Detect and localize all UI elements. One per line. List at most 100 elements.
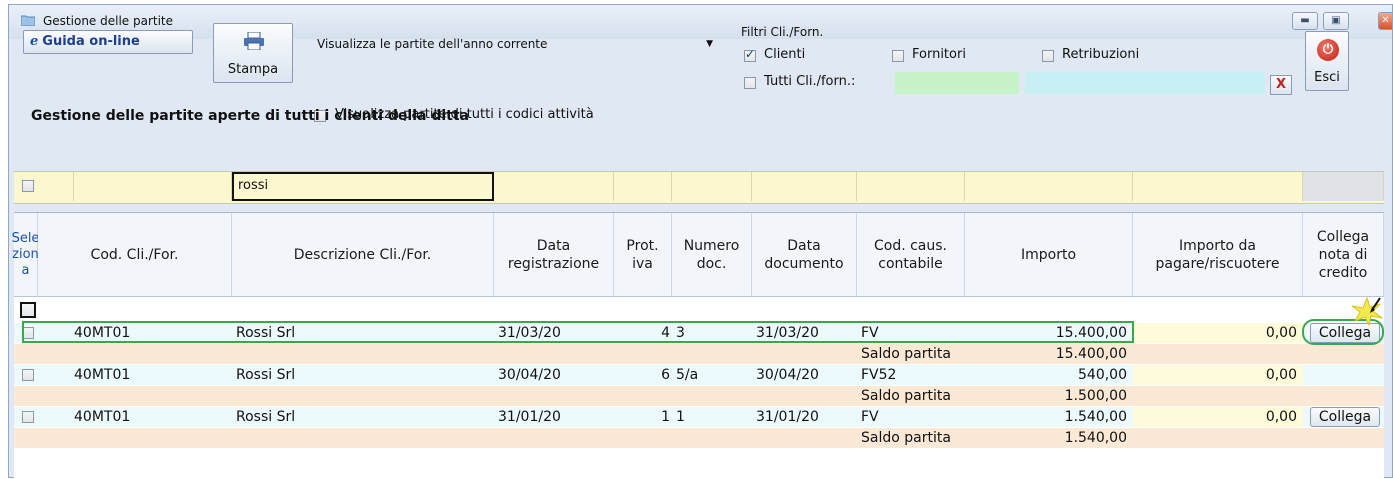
filter-cell[interactable] — [752, 172, 857, 201]
toolbar: e Guida on-line Stampa Visualizza le part… — [9, 23, 1392, 171]
table-row[interactable]: 40MT01 Rossi Srl 30/04/20 6 5/a 30/04/20… — [14, 365, 1384, 385]
cell-datareg: 31/01/20 — [498, 409, 561, 425]
cell-datareg: 30/04/20 — [498, 367, 561, 383]
saldo-row: Saldo partita 1.540,00 — [14, 428, 1384, 448]
cell-numdoc: 5/a — [676, 367, 699, 383]
cell-dapagare: 0,00 — [1133, 365, 1303, 385]
tutti-label: Tutti Cli./forn.: — [764, 74, 856, 89]
row-checkbox[interactable] — [22, 327, 34, 339]
cell-caus: FV52 — [861, 367, 897, 383]
cell-importo: 1.540,00 — [1064, 409, 1127, 425]
cell-datadoc: 31/01/20 — [756, 409, 819, 425]
header-cod-causale[interactable]: Cod. caus. contabile — [857, 213, 965, 297]
filter-cell[interactable] — [965, 172, 1133, 201]
filters-title: Filtri Cli./Forn. — [741, 25, 824, 39]
help-online-button[interactable]: e Guida on-line — [23, 30, 193, 54]
cell-caus: FV — [861, 325, 879, 341]
filter-cell[interactable] — [1133, 172, 1303, 201]
partite-table: Sele zion a Cod. Cli./For. Descrizione C… — [12, 212, 1384, 479]
fornitori-label: Fornitori — [912, 47, 966, 62]
filter-cell[interactable] — [857, 172, 965, 201]
cli-forn-code-field[interactable] — [895, 72, 1019, 94]
header-importo-da-pagare[interactable]: Importo da pagare/riscuotere — [1133, 213, 1303, 297]
view-select-value: Visualizza le partite dell'anno corrente — [317, 37, 548, 51]
filter-cell[interactable] — [74, 172, 232, 201]
cli-forn-name-field[interactable] — [1025, 72, 1265, 94]
clear-filter-button[interactable]: X — [1270, 75, 1292, 95]
saldo-row: Saldo partita 1.500,00 — [14, 386, 1384, 406]
cell-desc: Rossi Srl — [236, 409, 296, 425]
header-numero-doc[interactable]: Numero doc. — [672, 213, 752, 297]
saldo-value: 15.400,00 — [1055, 346, 1127, 362]
minimize-button[interactable]: ▬ — [1292, 12, 1318, 30]
window-title: Gestione delle partite — [43, 14, 174, 28]
saldo-label: Saldo partita — [861, 430, 951, 446]
retribuzioni-label: Retribuzioni — [1062, 47, 1140, 62]
exit-button[interactable]: ⏻ Esci — [1305, 31, 1349, 91]
header-data-documento[interactable]: Data documento — [752, 213, 857, 297]
print-button[interactable]: Stampa — [213, 23, 293, 83]
column-filter-row: rossi — [14, 171, 1384, 204]
cell-importo: 15.400,00 — [1055, 325, 1127, 341]
table-row[interactable]: 40MT01 Rossi Srl 31/03/20 4 3 31/03/20 F… — [14, 323, 1384, 343]
header-prot-iva[interactable]: Prot. iva — [614, 213, 672, 297]
header-collega-nota[interactable]: Collega nota di credito — [1303, 213, 1384, 297]
help-online-label: Guida on-line — [42, 34, 140, 49]
starburst-arrow-icon — [1351, 296, 1383, 326]
printer-icon — [244, 32, 264, 50]
header-descrizione[interactable]: Descrizione Cli./For. — [232, 213, 494, 297]
cell-importo: 540,00 — [1078, 367, 1127, 383]
clienti-label: Clienti — [764, 47, 806, 62]
cell-prot: 6 — [661, 367, 670, 383]
saldo-value: 1.540,00 — [1064, 430, 1127, 446]
filter-cell[interactable] — [494, 172, 614, 201]
cell-cod: 40MT01 — [74, 367, 131, 383]
fornitori-checkbox[interactable] — [892, 50, 904, 62]
cell-datadoc: 30/04/20 — [756, 367, 819, 383]
saldo-label: Saldo partita — [861, 346, 951, 362]
saldo-label: Saldo partita — [861, 388, 951, 404]
dropdown-arrow-icon: ▼ — [706, 39, 713, 49]
header-select[interactable]: Sele zion a — [12, 213, 39, 297]
exit-label: Esci — [1314, 70, 1340, 85]
clienti-checkbox[interactable] — [744, 47, 756, 62]
tutti-checkbox[interactable] — [744, 77, 756, 89]
filter-cell[interactable] — [672, 172, 752, 201]
maximize-button[interactable]: ▣ — [1323, 12, 1349, 30]
cell-prot: 1 — [661, 409, 670, 425]
filter-cell[interactable] — [614, 172, 672, 201]
saldo-value: 1.500,00 — [1064, 388, 1127, 404]
collega-button[interactable]: Collega — [1310, 323, 1380, 343]
cell-numdoc: 3 — [676, 325, 685, 341]
print-label: Stampa — [227, 62, 279, 77]
cell-cod: 40MT01 — [74, 409, 131, 425]
cell-dapagare: 0,00 — [1133, 323, 1303, 343]
header-data-registrazione[interactable]: Data registrazione — [494, 213, 614, 297]
header-cod[interactable]: Cod. Cli./For. — [38, 213, 232, 297]
table-row[interactable]: 40MT01 Rossi Srl 31/01/20 1 1 31/01/20 F… — [14, 407, 1384, 427]
row-checkbox[interactable] — [22, 411, 34, 423]
cell-desc: Rossi Srl — [236, 325, 296, 341]
retribuzioni-checkbox[interactable] — [1042, 50, 1054, 62]
saldo-row: Saldo partita 15.400,00 — [14, 344, 1384, 364]
filter-cell — [14, 172, 74, 201]
cell-prot: 4 — [661, 325, 670, 341]
ie-icon: e — [30, 34, 39, 49]
cell-datareg: 31/03/20 — [498, 325, 561, 341]
new-row — [14, 299, 1384, 321]
search-input[interactable]: rossi — [232, 172, 494, 201]
cell-numdoc: 1 — [676, 409, 685, 425]
collega-button[interactable]: Collega — [1310, 407, 1380, 427]
cell-dapagare: 0,00 — [1133, 407, 1303, 427]
cell-cod: 40MT01 — [74, 325, 131, 341]
view-select[interactable]: Visualizza le partite dell'anno corrente… — [309, 33, 719, 55]
header-importo[interactable]: Importo — [965, 213, 1133, 297]
cell-desc: Rossi Srl — [236, 367, 296, 383]
power-icon: ⏻ — [1317, 39, 1339, 61]
new-row-checkbox[interactable] — [20, 302, 36, 318]
row-checkbox[interactable] — [22, 369, 34, 381]
section-title: Gestione delle partite aperte di tutti i… — [31, 108, 469, 124]
close-button[interactable]: ✕ — [1378, 12, 1392, 30]
cell-caus: FV — [861, 409, 879, 425]
filter-cell — [1303, 172, 1384, 201]
